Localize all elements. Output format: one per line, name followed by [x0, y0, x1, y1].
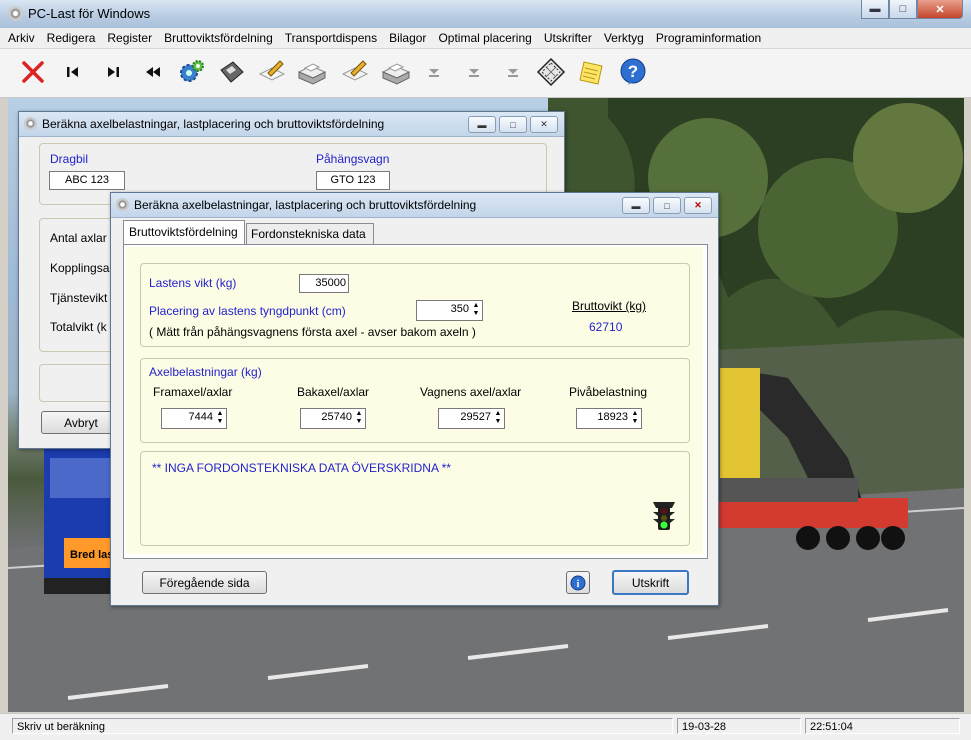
menu-programinformation[interactable]: Programinformation	[650, 28, 767, 45]
axle-label: Framaxel/axlar	[153, 385, 233, 399]
down-arrow-icon[interactable]	[459, 57, 489, 87]
down-arrow-icon[interactable]	[419, 57, 449, 87]
axle-value: 29527	[460, 411, 491, 423]
app-icon	[8, 6, 23, 21]
axle-value: 18923	[597, 411, 628, 423]
status-date: 19-03-28	[677, 718, 801, 734]
close-x-icon[interactable]	[18, 57, 48, 87]
pahangsvagn-label: Påhängsvagn	[316, 152, 390, 166]
spin-arrows-icon[interactable]: ▲ ▼	[354, 410, 364, 427]
svg-text:i: i	[577, 579, 580, 590]
utskrift-button[interactable]: Utskrift	[612, 570, 689, 595]
tab-fordonstekniska-data[interactable]: Fordonstekniska data	[246, 223, 374, 244]
vagnens-axel-stepper[interactable]: 29527 ▲ ▼	[438, 408, 505, 429]
toolbar: ?	[0, 49, 971, 98]
calculator-icon[interactable]	[536, 57, 566, 87]
row-label: Antal axlar	[50, 231, 107, 245]
minimize-button[interactable]: ▬	[861, 0, 889, 19]
info-icon: i	[570, 575, 586, 590]
down-arrow-icon[interactable]	[498, 57, 528, 87]
main-titlebar: PC-Last för Windows ▬ □ ✕	[0, 0, 971, 29]
menu-redigera[interactable]: Redigera	[41, 28, 102, 45]
menu-verktyg[interactable]: Verktyg	[598, 28, 650, 45]
help-icon[interactable]: ?	[618, 57, 648, 87]
axle-value: 25740	[321, 411, 352, 423]
back-dialog-title: Beräkna axelbelastningar, lastplacering …	[42, 117, 385, 131]
printer-icon[interactable]	[381, 57, 411, 87]
status-message: ** INGA FORDONSTEKNISKA DATA ÖVERSKRIDNA…	[152, 461, 451, 475]
traffic-light-icon	[650, 498, 678, 535]
back-dialog-titlebar: Beräkna axelbelastningar, lastplacering …	[19, 112, 564, 137]
tab-bruttoviktsfordelning[interactable]: Bruttoviktsfördelning	[123, 220, 245, 244]
tyngdpunkt-stepper[interactable]: 350 ▲ ▼	[416, 300, 483, 321]
menu-bilagor[interactable]: Bilagor	[383, 28, 432, 45]
row-label: Totalvikt (k	[50, 320, 107, 334]
menu-arkiv[interactable]: Arkiv	[0, 28, 41, 45]
gears-icon[interactable]	[177, 57, 207, 87]
front-close-button[interactable]: ✕	[684, 197, 712, 214]
spin-arrows-icon[interactable]: ▲ ▼	[471, 302, 481, 319]
menu-optimal-placering[interactable]: Optimal placering	[432, 28, 537, 45]
avbryt-button[interactable]: Avbryt	[41, 411, 121, 434]
front-dialog: Beräkna axelbelastningar, lastplacering …	[110, 192, 719, 606]
axle-label: Bakaxel/axlar	[297, 385, 370, 399]
statusbar: Skriv ut beräkning 19-03-28 22:51:04	[0, 713, 971, 740]
tyngdpunkt-note: ( Mätt från påhängsvagnens första axel -…	[149, 325, 476, 339]
row-label: Tjänstevikt	[50, 291, 108, 305]
last-record-icon[interactable]	[98, 57, 128, 87]
menu-bruttoviktsfordelning[interactable]: Bruttoviktsfördelning	[158, 28, 279, 45]
bruttovikt-value: 62710	[589, 320, 623, 334]
tyngdpunkt-label: Placering av lastens tyngdpunkt (cm)	[149, 304, 346, 318]
menu-utskrifter[interactable]: Utskrifter	[538, 28, 598, 45]
axle-label: Pivåbelastning	[569, 385, 648, 399]
maximize-button[interactable]: □	[889, 0, 917, 19]
bruttovikt-label: Bruttovikt (kg)	[572, 299, 647, 313]
pahangsvagn-field[interactable]: GTO 123	[316, 171, 390, 190]
lastens-vikt-field[interactable]: 35000	[299, 274, 349, 293]
tab-panel: Lastens vikt (kg) 35000 Placering av las…	[123, 244, 708, 559]
pivabelastning-stepper[interactable]: 18923 ▲ ▼	[576, 408, 642, 429]
info-button[interactable]: i	[566, 571, 590, 594]
notepad-icon[interactable]	[577, 57, 607, 87]
axle-group-title: Axelbelastningar (kg)	[149, 365, 262, 379]
lastens-vikt-label: Lastens vikt (kg)	[149, 276, 237, 290]
status-text: Skriv ut beräkning	[12, 718, 673, 734]
row-label: Kopplingsa	[50, 261, 110, 275]
spin-arrows-icon[interactable]: ▲ ▼	[493, 410, 503, 427]
spin-arrows-icon[interactable]: ▲ ▼	[215, 410, 225, 427]
edit-pencil-icon[interactable]	[257, 57, 287, 87]
back-maximize-button[interactable]: □	[499, 116, 527, 133]
gear-icon	[24, 117, 37, 130]
dragbil-field[interactable]: ABC 123	[49, 171, 125, 190]
first-record-icon[interactable]	[58, 57, 88, 87]
back-minimize-button[interactable]: ▬	[468, 116, 496, 133]
front-dialog-titlebar: Beräkna axelbelastningar, lastplacering …	[111, 193, 718, 218]
menu-register[interactable]: Register	[101, 28, 158, 45]
tyngdpunkt-value: 350	[450, 303, 469, 315]
status-time: 22:51:04	[805, 718, 960, 734]
dragbil-label: Dragbil	[50, 152, 89, 166]
menu-transportdispens[interactable]: Transportdispens	[279, 28, 383, 45]
svg-text:?: ?	[628, 62, 638, 81]
front-minimize-button[interactable]: ▬	[622, 197, 650, 214]
spin-arrows-icon[interactable]: ▲ ▼	[630, 410, 640, 427]
axle-value: 7444	[188, 411, 213, 423]
menubar: Arkiv Redigera Register Bruttoviktsfördelni…	[0, 28, 971, 49]
front-maximize-button[interactable]: □	[653, 197, 681, 214]
framaxel-stepper[interactable]: 7444 ▲ ▼	[161, 408, 227, 429]
back-close-button[interactable]: ✕	[530, 116, 558, 133]
axle-label: Vagnens axel/axlar	[420, 385, 522, 399]
bakaxel-stepper[interactable]: 25740 ▲ ▼	[300, 408, 366, 429]
printer-icon[interactable]	[297, 57, 327, 87]
floppy-disk-icon[interactable]	[217, 57, 247, 87]
gear-icon	[116, 198, 129, 211]
front-dialog-title: Beräkna axelbelastningar, lastplacering …	[134, 198, 477, 212]
window-title: PC-Last för Windows	[28, 6, 151, 21]
edit-pencil-icon[interactable]	[340, 57, 370, 87]
rewind-icon[interactable]	[138, 57, 168, 87]
foregaende-sida-button[interactable]: Föregående sida	[142, 571, 267, 594]
close-button[interactable]: ✕	[917, 0, 963, 19]
